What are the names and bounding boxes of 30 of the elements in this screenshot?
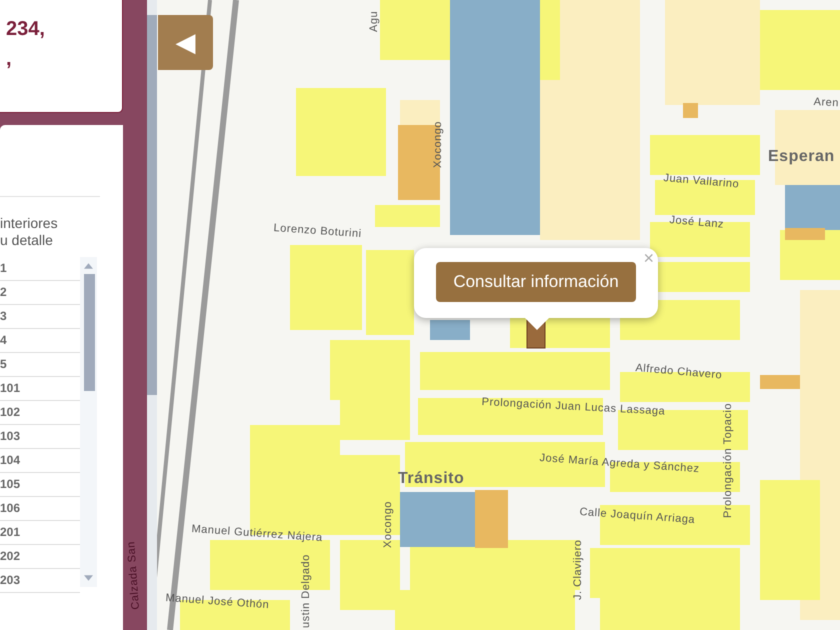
street-label: Aren bbox=[813, 96, 840, 110]
street-label: José María Agreda y Sánchez bbox=[539, 452, 700, 476]
description-text: interiores bbox=[0, 215, 59, 232]
scrollbar-thumb[interactable] bbox=[84, 274, 95, 391]
street-label: Manuel José Othón bbox=[165, 592, 270, 612]
street-label: Manuel Gutiérrez Nájera bbox=[191, 523, 324, 544]
district-label: Esperan bbox=[768, 148, 835, 166]
street-label: Alfredo Chavero bbox=[634, 362, 723, 382]
page-scrollbar[interactable] bbox=[147, 0, 157, 630]
street-label: Xocongo bbox=[382, 501, 394, 548]
consult-button[interactable]: Consultar información bbox=[436, 262, 636, 302]
street-label: José Lanz bbox=[668, 214, 724, 231]
address-text: , bbox=[6, 47, 13, 72]
address-text: 234, bbox=[6, 17, 46, 42]
scrollbar-thumb[interactable] bbox=[147, 15, 157, 395]
street-label: ustin Delgado bbox=[300, 554, 312, 628]
scroll-up-icon[interactable] bbox=[84, 263, 93, 269]
street-label: J. Clavijero bbox=[572, 540, 584, 600]
street-label: Prolongación Juan Lucas Lassaga bbox=[481, 396, 666, 418]
description-text: u detalle bbox=[0, 232, 54, 249]
street-label: Prolongación Topacio bbox=[722, 403, 734, 518]
street-label: Agu bbox=[368, 10, 380, 32]
street-label: Lorenzo Boturini bbox=[273, 222, 362, 240]
street-label: Calle Joaquín Arriaga bbox=[579, 506, 696, 526]
list-scrollbar[interactable] bbox=[80, 257, 97, 587]
scroll-down-icon[interactable] bbox=[84, 575, 93, 581]
street-label: Calzada San bbox=[125, 540, 142, 610]
back-button[interactable]: ◀ bbox=[158, 15, 213, 70]
street-label: Juan Vallarino bbox=[662, 172, 740, 191]
street-label: Xocongo bbox=[432, 121, 444, 168]
